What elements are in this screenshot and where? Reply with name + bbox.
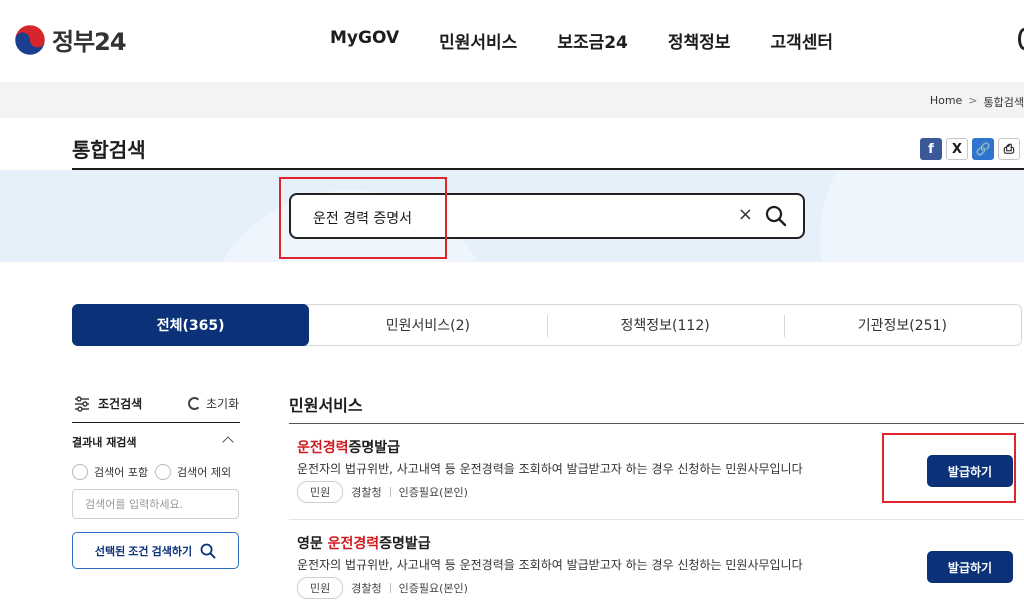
nav-policy[interactable]: 정책정보 — [668, 28, 731, 53]
page-title: 통합검색 — [72, 138, 146, 162]
search-input[interactable]: 운전 경력 증명서 — [313, 208, 412, 228]
result-title[interactable]: 운전경력증명발급 — [297, 437, 400, 457]
radio-exclude-label: 검색어 제외 — [177, 466, 232, 479]
result-tabs: 전체(365) 민원서비스(2) 정책정보(112) 기관정보(251) — [72, 304, 1022, 346]
auth-requirement: 인증필요(본인) — [398, 486, 468, 499]
category-chip: 민원 — [297, 481, 344, 503]
issue-button[interactable]: 발급하기 — [927, 455, 1013, 487]
result-title[interactable]: 영문 운전경력증명발급 — [297, 533, 431, 553]
search-icon[interactable] — [765, 205, 787, 227]
result-meta: 민원 경찰청 인증필요(본인) — [297, 481, 468, 503]
filter-title: 조건검색 — [98, 397, 143, 411]
search-box[interactable]: 운전 경력 증명서 × — [289, 193, 805, 239]
agency-name: 경찰청 — [351, 582, 382, 595]
breadcrumb: Home > 통합검색 — [930, 94, 1024, 110]
tab-civil-service[interactable]: 민원서비스(2) — [309, 305, 546, 345]
breadcrumb-strip: Home > 통합검색 — [0, 82, 1024, 118]
link-copy-icon[interactable]: 🔗 — [972, 138, 994, 160]
filter-divider — [72, 422, 240, 423]
share-tools: f X 🔗 ⎙ — [920, 138, 1020, 160]
nav-subsidy[interactable]: 보조금24 — [557, 28, 628, 53]
sliders-icon — [75, 396, 89, 412]
auth-requirement: 인증필요(본인) — [398, 582, 468, 595]
radio-include[interactable]: 검색어 포함 — [72, 464, 148, 480]
refine-search-input[interactable] — [72, 489, 239, 519]
filter-header: 조건검색 초기화 — [72, 394, 240, 416]
section-divider — [289, 423, 1024, 424]
nav-civil-service[interactable]: 민원서비스 — [439, 28, 517, 53]
nav-mygov[interactable]: MyGOV — [330, 28, 399, 53]
title-suffix: 증명발급 — [379, 536, 431, 552]
search-icon — [200, 543, 216, 558]
result-description: 운전자의 법규위반, 사고내역 등 운전경력을 조회하여 발급받고자 하는 경우… — [297, 558, 803, 572]
breadcrumb-current: 통합검색 — [983, 96, 1024, 109]
reset-icon[interactable] — [188, 397, 201, 410]
title-highlight: 운전경력 — [297, 440, 349, 456]
taegeuk-logo-icon — [14, 24, 46, 55]
site-logo[interactable]: 정부24 — [14, 22, 127, 57]
result-divider — [289, 519, 1024, 520]
facebook-share-icon[interactable]: f — [920, 138, 942, 160]
result-description: 운전자의 법규위반, 사고내역 등 운전경력을 조회하여 발급받고자 하는 경우… — [297, 462, 803, 476]
tab-policy[interactable]: 정책정보(112) — [546, 305, 784, 345]
clear-icon[interactable]: × — [738, 204, 753, 225]
agency-name: 경찰청 — [351, 486, 382, 499]
tab-agency[interactable]: 기관정보(251) — [783, 305, 1021, 345]
title-suffix: 증명발급 — [348, 440, 401, 456]
meta-separator — [389, 487, 391, 497]
site-header: 정부24 MyGOV 민원서비스 보조금24 정책정보 고객센터 — [0, 0, 1024, 82]
title-highlight: 운전경력 — [327, 536, 380, 552]
print-icon[interactable]: ⎙ — [998, 138, 1020, 160]
logo-text: 정부24 — [52, 28, 127, 56]
breadcrumb-home[interactable]: Home — [930, 94, 962, 110]
header-search-icon[interactable] — [1018, 28, 1024, 50]
apply-filter-button[interactable]: 선택된 조건 검색하기 — [72, 532, 239, 569]
chevron-up-icon[interactable] — [222, 436, 234, 448]
decorative-circle — [820, 170, 1024, 262]
issue-button[interactable]: 발급하기 — [927, 551, 1013, 583]
x-share-icon[interactable]: X — [946, 138, 968, 160]
radio-circle[interactable] — [72, 464, 88, 480]
tab-all[interactable]: 전체(365) — [72, 304, 310, 346]
radio-exclude[interactable]: 검색어 제외 — [155, 464, 231, 480]
nav-customer-center[interactable]: 고객센터 — [770, 28, 833, 53]
category-chip: 민원 — [297, 577, 344, 599]
radio-circle[interactable] — [155, 464, 171, 480]
reset-button[interactable]: 초기화 — [206, 395, 239, 412]
meta-separator — [389, 583, 391, 593]
apply-filter-label: 선택된 조건 검색하기 — [94, 545, 193, 558]
breadcrumb-separator: > — [968, 94, 978, 107]
radio-include-label: 검색어 포함 — [94, 466, 149, 479]
refine-label: 결과내 재검색 — [72, 436, 137, 449]
title-prefix: 영문 — [297, 536, 328, 552]
main-nav: MyGOV 민원서비스 보조금24 정책정보 고객센터 — [330, 28, 833, 53]
result-meta: 민원 경찰청 인증필요(본인) — [297, 577, 468, 599]
section-title: 민원서비스 — [289, 396, 363, 415]
